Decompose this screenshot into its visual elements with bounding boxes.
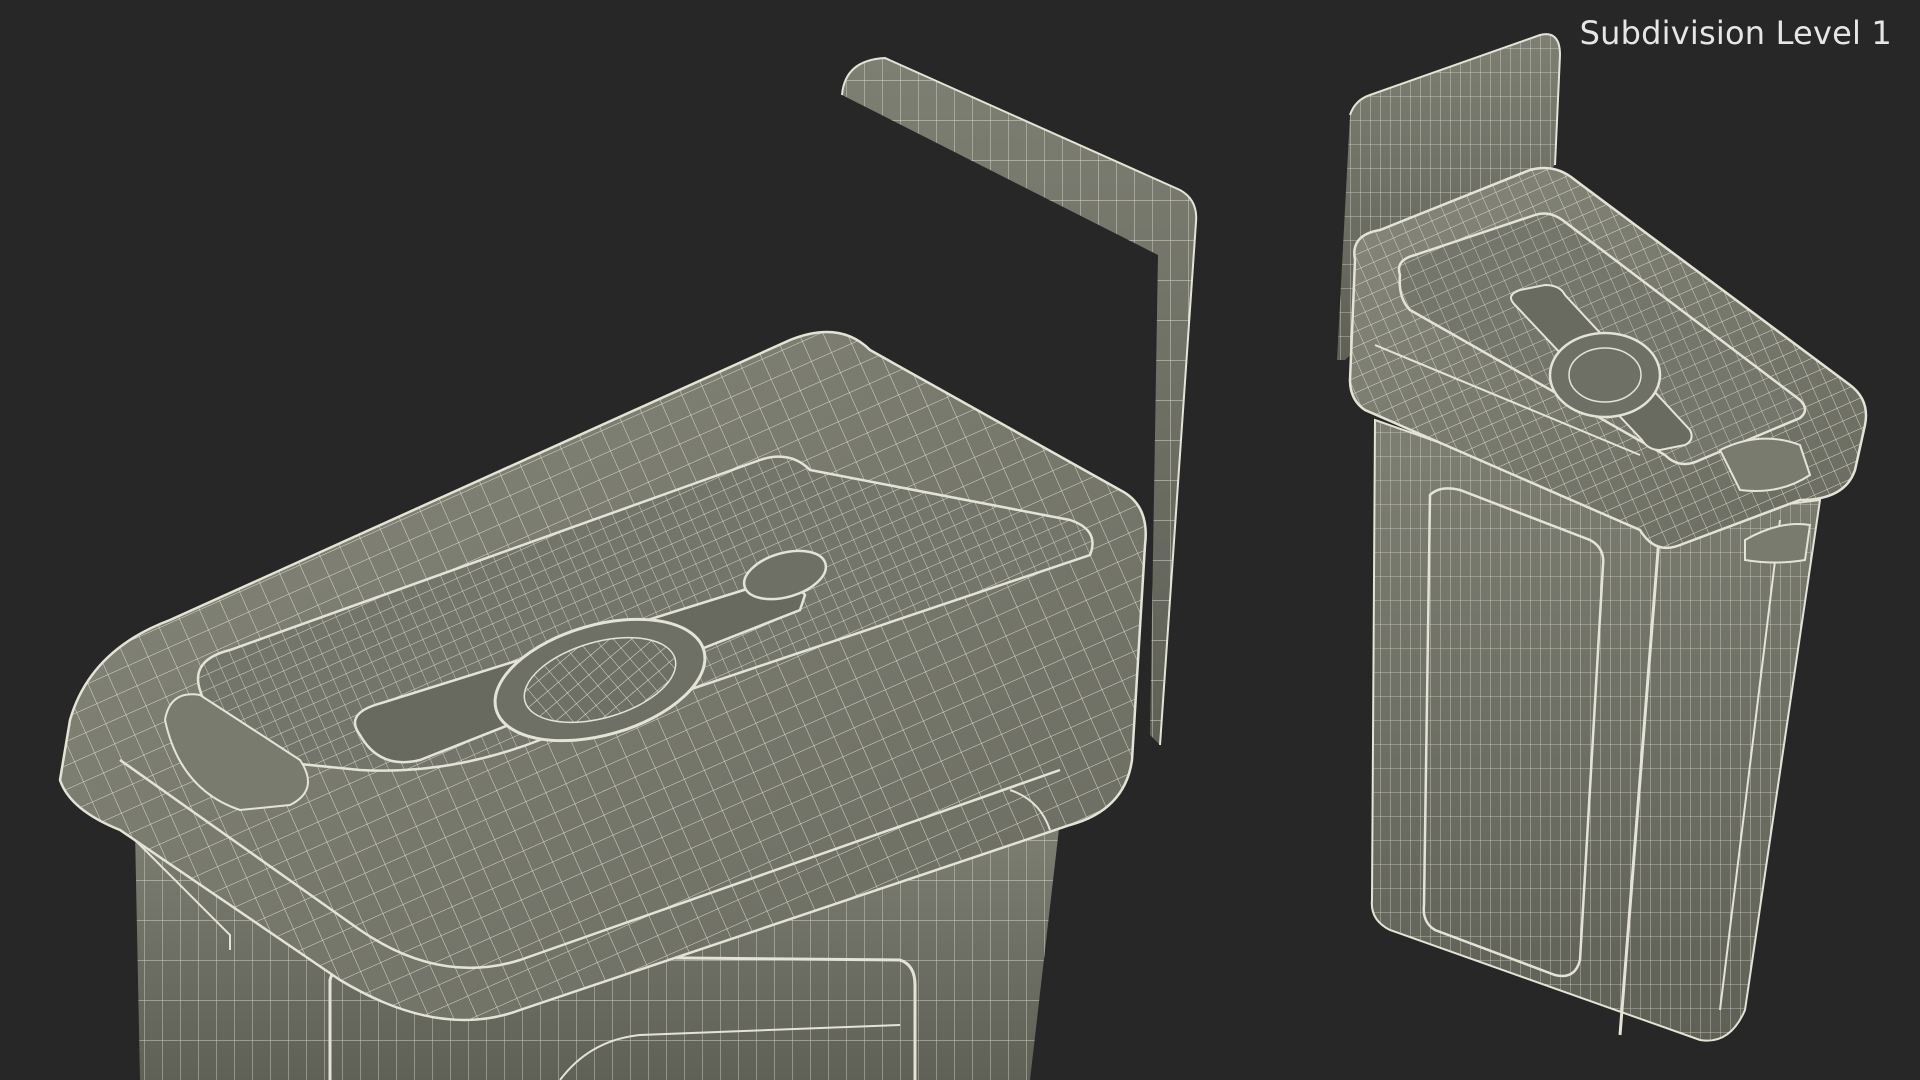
subdivision-level-label: Subdivision Level 1	[1579, 14, 1892, 52]
wireframe-render	[58, 33, 1868, 1080]
right-dispenser-model	[1337, 33, 1868, 1042]
left-dispenser-model	[58, 56, 1198, 1080]
render-viewport: Subdivision Level 1	[0, 0, 1920, 1080]
